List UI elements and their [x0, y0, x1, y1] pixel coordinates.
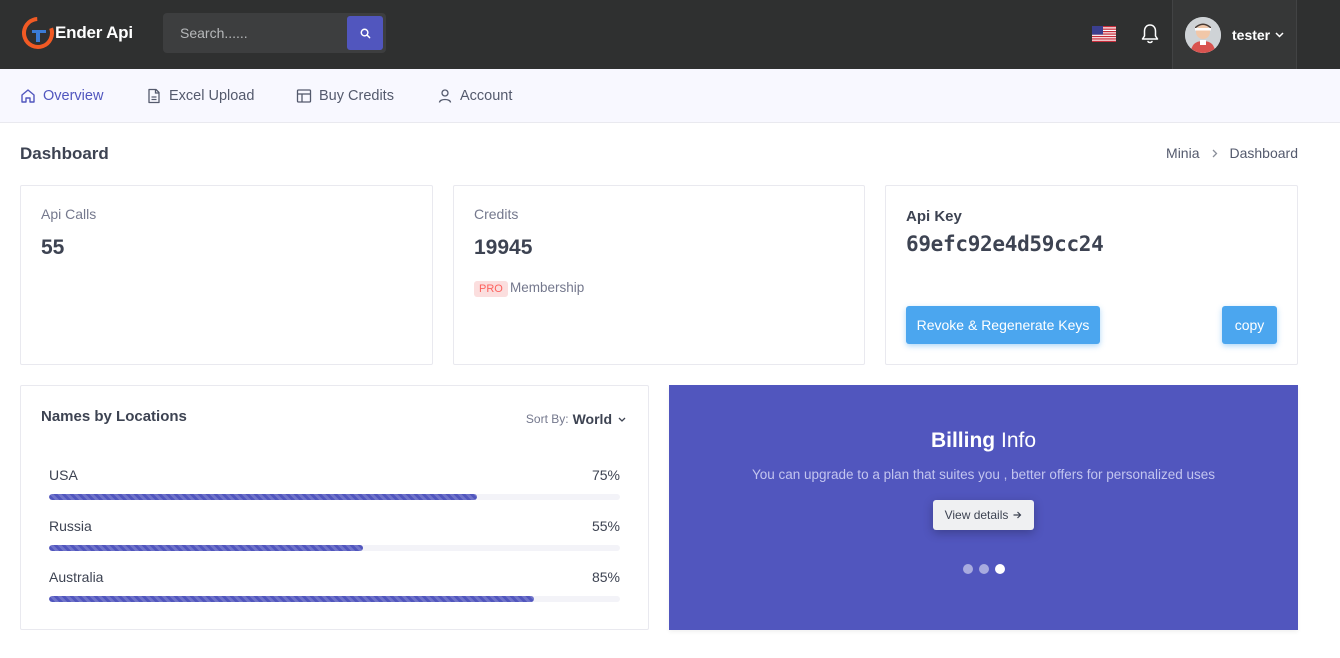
progress-track: [49, 545, 620, 551]
brand-name: Ender Api: [55, 23, 133, 42]
progress-fill: [49, 596, 535, 602]
credits-card: Credits 19945 PRO Membership: [453, 185, 865, 365]
view-details-label: View details: [944, 508, 1009, 522]
api-calls-label: Api Calls: [41, 206, 97, 222]
progress-fill: [49, 494, 478, 500]
progress-fill: [49, 545, 364, 551]
carousel-dot-active[interactable]: [994, 564, 1005, 574]
avatar: [1185, 16, 1221, 53]
user-name: tester: [1232, 26, 1271, 43]
nav-item-label: Overview: [43, 88, 104, 104]
sort-label: Sort By:: [525, 412, 569, 426]
billing-card: Billing Info You can upgrade to a plan t…: [669, 385, 1298, 630]
brand-logo[interactable]: Ender Api: [22, 16, 133, 50]
nav-item-overview[interactable]: Overview: [20, 69, 103, 123]
nav-item-label: Buy Credits: [319, 88, 394, 104]
sort-value: World: [572, 411, 612, 427]
search-button[interactable]: [347, 16, 383, 50]
pro-badge: PRO: [474, 281, 508, 297]
billing-description: You can upgrade to a plan that suites yo…: [751, 467, 1216, 482]
breadcrumb: Minia Dashboard: [1166, 145, 1298, 161]
location-percent: 55%: [591, 518, 620, 534]
location-percent: 85%: [591, 569, 620, 585]
api-calls-card: Api Calls 55: [20, 185, 433, 365]
chevron-down-icon: [1275, 31, 1284, 38]
nav-item-label: Excel Upload: [169, 88, 255, 104]
sort-dropdown[interactable]: Sort By: World: [526, 411, 626, 427]
nav-item-excel-upload[interactable]: Excel Upload: [146, 69, 254, 123]
nav-item-label: Account: [460, 88, 513, 104]
api-key-value: 69efc92e4d59cc24: [906, 232, 1104, 256]
us-flag-icon[interactable]: [1092, 26, 1116, 42]
carousel-dot[interactable]: [978, 564, 989, 574]
locations-title: Names by Locations: [41, 408, 187, 425]
api-calls-value: 55: [41, 236, 65, 259]
location-percent: 75%: [591, 467, 620, 483]
user-menu[interactable]: tester: [1172, 0, 1297, 69]
progress-track: [49, 494, 620, 500]
logo-icon: [22, 17, 54, 49]
page-title: Dashboard: [20, 144, 109, 163]
location-name: Australia: [49, 569, 104, 585]
nav-item-account[interactable]: Account: [437, 69, 512, 123]
revoke-regenerate-button[interactable]: Revoke & Regenerate Keys: [906, 306, 1100, 344]
arrow-right-icon: [1013, 511, 1022, 519]
location-name: Russia: [49, 518, 92, 534]
notification-bell-icon[interactable]: [1140, 23, 1160, 45]
progress-track: [49, 596, 620, 602]
search-bar: [163, 13, 386, 53]
breadcrumb-item-current: Dashboard: [1229, 145, 1299, 161]
credits-value: 19945: [474, 236, 533, 259]
membership-label: Membership: [510, 280, 585, 295]
file-icon: [148, 88, 160, 104]
search-icon: [360, 28, 370, 38]
view-details-button[interactable]: View details: [933, 500, 1034, 530]
billing-title: Billing Info: [669, 429, 1298, 453]
layout-icon: [296, 89, 312, 103]
copy-button[interactable]: copy: [1222, 306, 1277, 344]
breadcrumb-item-root[interactable]: Minia: [1166, 145, 1199, 161]
billing-title-rest: Info: [1000, 429, 1037, 452]
main-nav: Overview Excel Upload Buy Credits Accoun…: [0, 69, 1340, 123]
user-icon: [438, 89, 452, 103]
carousel-indicators: [669, 564, 1298, 574]
chevron-right-icon: [1212, 145, 1218, 161]
api-key-title: Api Key: [906, 208, 962, 225]
api-key-card: Api Key 69efc92e4d59cc24 Revoke & Regene…: [885, 185, 1298, 365]
chevron-down-icon: [618, 417, 626, 422]
home-icon: [21, 89, 35, 103]
location-name: USA: [49, 467, 78, 483]
carousel-dot[interactable]: [962, 564, 973, 574]
credits-label: Credits: [474, 206, 519, 222]
nav-item-buy-credits[interactable]: Buy Credits: [296, 69, 394, 123]
search-input[interactable]: [163, 13, 343, 53]
locations-card: Names by Locations Sort By: World USA 75…: [20, 385, 649, 630]
top-bar: Ender Api Search...... tester: [0, 0, 1340, 69]
billing-title-bold: Billing: [930, 429, 996, 452]
